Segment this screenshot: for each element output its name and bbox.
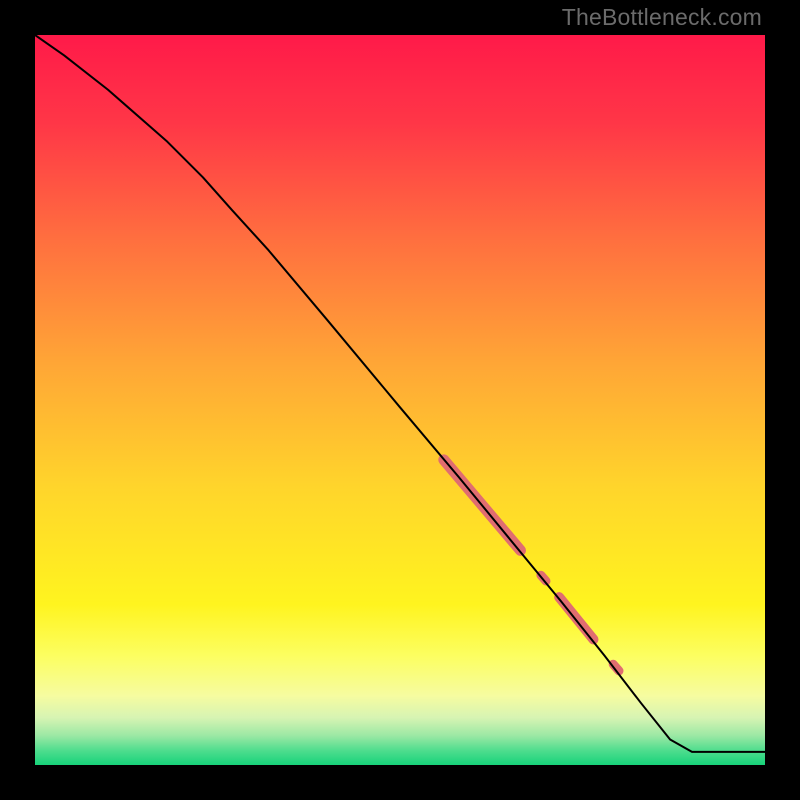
chart-stage: TheBottleneck.com (0, 0, 800, 800)
band-2 (559, 597, 593, 639)
main-curve (35, 35, 765, 752)
watermark-text: TheBottleneck.com (562, 4, 762, 31)
plot-area (35, 35, 765, 765)
chart-overlay (35, 35, 765, 765)
